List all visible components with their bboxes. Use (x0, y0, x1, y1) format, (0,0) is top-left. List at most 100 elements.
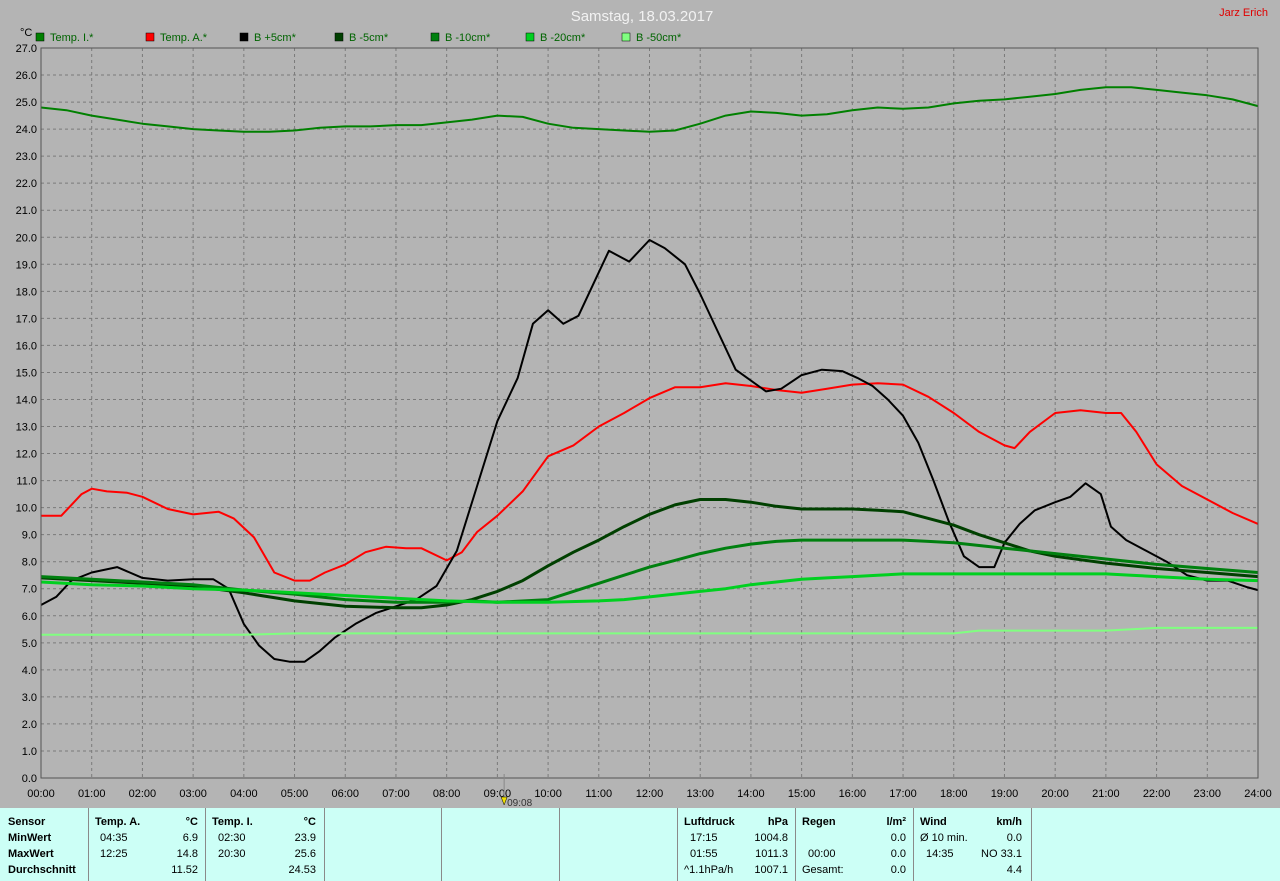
x-tick-label: 06:00 (331, 788, 359, 800)
y-axis: 0.0 1.0 2.0 3.0 4.0 5.0 6.0 7.0 8.0 9.0 10.0 11.0 12… (16, 43, 37, 785)
pressure-current: 1007.1 (754, 864, 788, 876)
x-tick-label: 05:00 (281, 788, 309, 800)
y-tick-label: 24.0 (16, 124, 37, 136)
y-tick-label: 16.0 (16, 340, 37, 352)
x-tick-label: 10:00 (534, 788, 562, 800)
y-tick-label: 5.0 (22, 638, 37, 650)
y-tick-label: 13.0 (16, 422, 37, 434)
divider (324, 808, 325, 881)
pressure-trend: ^1.1hPa/h (684, 864, 734, 876)
y-tick-label: 25.0 (16, 97, 37, 109)
x-tick-label: 11:00 (585, 788, 612, 800)
x-tick-label: 00:00 (27, 788, 55, 800)
divider (795, 808, 796, 881)
temp-a-average: 11.52 (171, 864, 198, 876)
y-tick-label: 22.0 (16, 178, 37, 190)
y-tick-label: 3.0 (22, 692, 37, 704)
avg-label: Durchschnitt (8, 864, 76, 876)
y-tick-label: 4.0 (22, 665, 37, 677)
current-time-label: 09:08 (507, 798, 532, 808)
chart-title: Samstag, 18.03.2017 (571, 8, 714, 25)
x-tick-label: 13:00 (686, 788, 714, 800)
x-tick-label: 16:00 (839, 788, 867, 800)
pressure-title: Luftdruck (684, 816, 735, 828)
legend-swatch (525, 32, 535, 42)
x-tick-label: 20:00 (1041, 788, 1069, 800)
x-tick-label: 17:00 (889, 788, 917, 800)
y-tick-label: 21.0 (16, 205, 37, 217)
y-axis-unit: °C (20, 27, 32, 39)
legend-label: B -50cm* (636, 32, 682, 44)
legend-swatch (430, 32, 440, 42)
x-tick-label: 07:00 (382, 788, 410, 800)
legend-swatch (334, 32, 344, 42)
x-tick-label: 14:00 (737, 788, 765, 800)
temp-i-unit: °C (303, 816, 316, 828)
temp-a-min-time: 04:35 (100, 832, 128, 844)
rain-total-label: Gesamt: (802, 864, 844, 876)
rain-value-1: 0.0 (890, 832, 906, 844)
y-tick-label: 17.0 (16, 313, 37, 325)
y-tick-label: 7.0 (22, 584, 37, 596)
x-tick-label: 24:00 (1244, 788, 1272, 800)
temp-a-max-time: 12:25 (100, 848, 128, 860)
y-tick-label: 14.0 (16, 394, 37, 406)
legend-swatch (239, 32, 249, 42)
chart-legend: Temp. I.* Temp. A.* B +5cm* B -5cm* B -10cm*… (35, 32, 682, 44)
max-label: MaxWert (8, 848, 54, 860)
temp-i-title: Temp. I. (212, 816, 253, 828)
legend-label: B -5cm* (349, 32, 389, 44)
rain-total-value: 0.0 (890, 864, 906, 876)
x-tick-label: 21:00 (1092, 788, 1120, 800)
divider (205, 808, 206, 881)
x-tick-label: 08:00 (433, 788, 461, 800)
legend-swatch (621, 32, 631, 42)
temp-a-title: Temp. A. (95, 816, 141, 828)
x-tick-label: 15:00 (788, 788, 816, 800)
y-tick-label: 2.0 (22, 719, 37, 731)
pressure-max-time: 01:55 (690, 848, 718, 860)
divider (88, 808, 89, 881)
x-axis: 00:00 01:00 02:00 03:00 04:00 05:00 06:00 07:00… (27, 788, 1272, 800)
y-tick-label: 10.0 (16, 503, 37, 515)
x-tick-label: 23:00 (1194, 788, 1222, 800)
y-tick-label: 27.0 (16, 43, 37, 55)
legend-label: B -10cm* (445, 32, 491, 44)
pressure-min-value: 1004.8 (754, 832, 788, 844)
y-tick-label: 23.0 (16, 151, 37, 163)
y-tick-label: 8.0 (22, 557, 37, 569)
temp-i-average: 24.53 (288, 864, 316, 876)
y-tick-label: 18.0 (16, 286, 37, 298)
x-tick-label: 01:00 (78, 788, 106, 800)
divider (1031, 808, 1032, 881)
wind-title: Wind (920, 816, 947, 828)
sensor-label: Sensor (8, 816, 46, 828)
x-tick-label: 18:00 (940, 788, 968, 800)
pressure-min-time: 17:15 (690, 832, 718, 844)
chart-grid (40, 47, 1259, 779)
y-tick-label: 15.0 (16, 367, 37, 379)
wind-gust-time: 14:35 (926, 848, 954, 860)
legend-swatch (35, 32, 45, 42)
divider (677, 808, 678, 881)
temp-a-min-value: 6.9 (182, 832, 198, 844)
wind-unit: km/h (996, 816, 1022, 828)
divider (913, 808, 914, 881)
y-tick-label: 12.0 (16, 449, 37, 461)
temp-a-unit: °C (185, 816, 198, 828)
rain-title: Regen (802, 816, 836, 828)
legend-label: B -20cm* (540, 32, 586, 44)
x-tick-label: 22:00 (1143, 788, 1171, 800)
x-tick-label: 04:00 (230, 788, 258, 800)
y-tick-label: 1.0 (22, 746, 37, 758)
y-tick-label: 20.0 (16, 232, 37, 244)
y-tick-label: 9.0 (22, 530, 37, 542)
temp-a-max-value: 14.8 (176, 848, 198, 860)
x-tick-label: 03:00 (179, 788, 207, 800)
divider (559, 808, 560, 881)
pressure-unit: hPa (767, 816, 788, 828)
rain-unit: l/m² (886, 816, 906, 828)
legend-swatch (145, 32, 155, 42)
divider (441, 808, 442, 881)
statistics-panel: Sensor MinWert MaxWert Durchschnitt Temp… (0, 808, 1280, 881)
